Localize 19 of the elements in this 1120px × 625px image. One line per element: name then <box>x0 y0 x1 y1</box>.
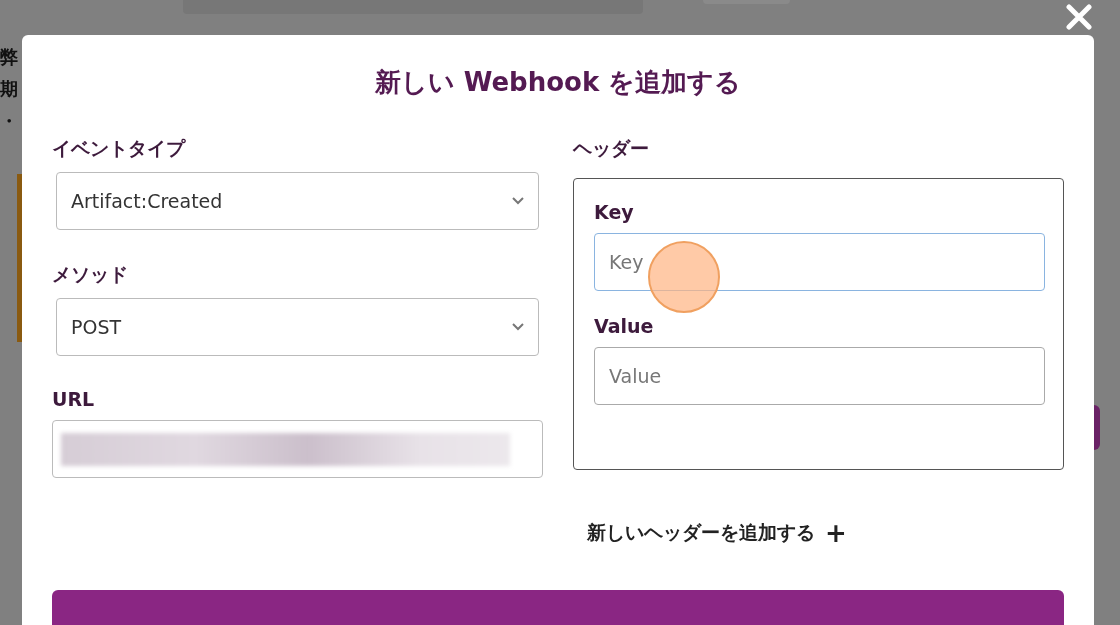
close-button[interactable] <box>1066 4 1092 30</box>
url-field[interactable] <box>52 420 543 478</box>
dialog-title: 新しい Webhook を追加する <box>373 66 743 99</box>
field-label: Key <box>594 201 635 223</box>
background-text: 期 <box>0 77 18 101</box>
dropdown[interactable]: POST <box>56 298 539 356</box>
add-header-link[interactable]: 新しいヘッダーを追加する <box>587 520 815 546</box>
plus-icon[interactable]: + <box>825 518 847 548</box>
background-text: 弊 <box>0 45 18 69</box>
chevron-down-icon <box>512 323 524 331</box>
field-label: Value <box>594 315 655 337</box>
field-label: URL <box>52 388 96 410</box>
field-label: メソッド <box>52 262 129 287</box>
field-label: イベントタイプ <box>52 136 187 161</box>
chevron-down-icon <box>512 197 524 205</box>
dropdown[interactable]: Artifact:Created <box>56 172 539 230</box>
input-field[interactable]: Value <box>594 347 1045 405</box>
background-text: ・ <box>0 109 18 133</box>
section-label: ヘッダー <box>573 136 650 161</box>
